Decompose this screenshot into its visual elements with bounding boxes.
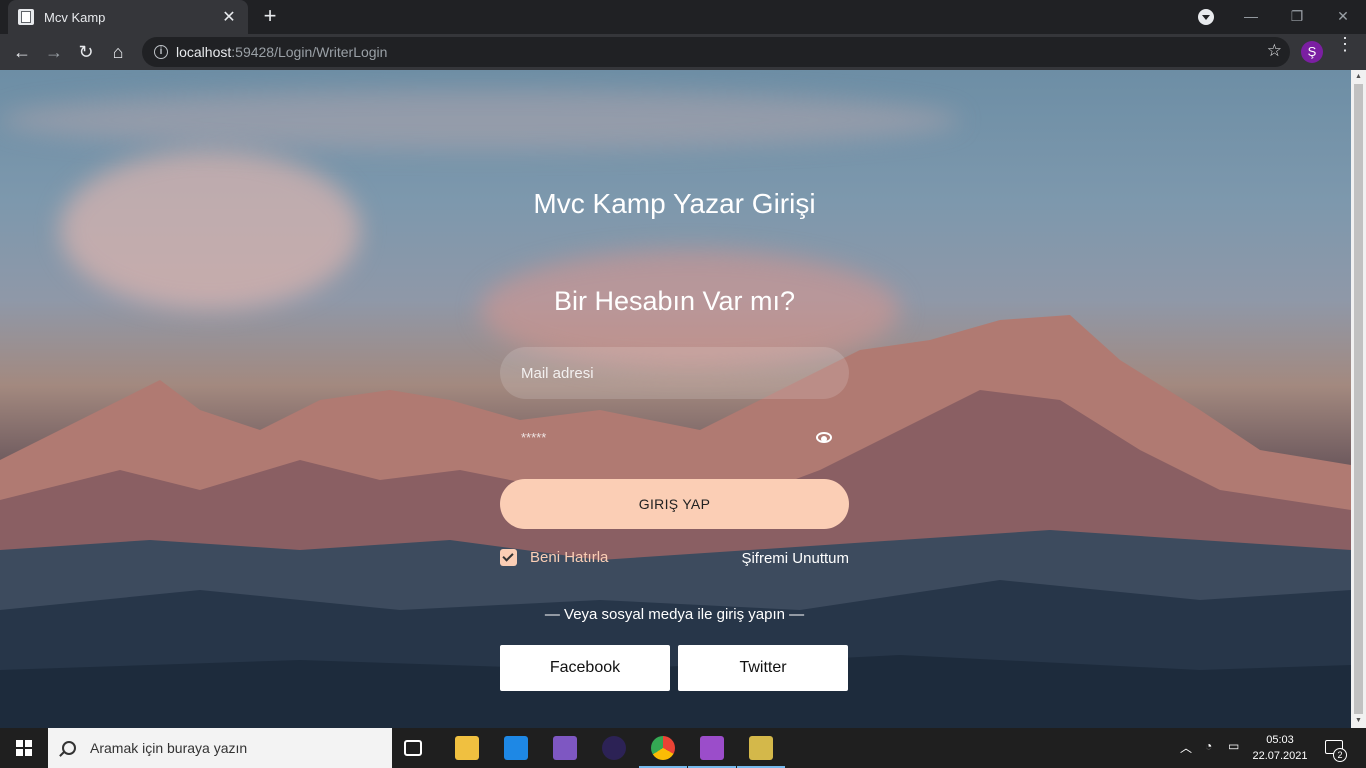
tray-chevron-icon[interactable]: ︿ (1180, 739, 1192, 768)
search-placeholder: Aramak için buraya yazın (90, 740, 248, 756)
close-window-button[interactable]: ✕ (1320, 0, 1366, 34)
social-login-text: — Veya sosyal medya ile giriş yapın — (544, 606, 805, 623)
scroll-up-icon[interactable]: ▲ (1351, 70, 1366, 84)
email-field[interactable] (500, 347, 849, 399)
visual-studio-preview-icon[interactable] (700, 736, 724, 760)
facebook-button[interactable]: Facebook (500, 645, 670, 691)
tab-close-icon[interactable]: ✕ (220, 7, 238, 27)
restore-button[interactable]: ❐ (1274, 0, 1320, 34)
login-subtitle: Bir Hesabın Var mı? (553, 286, 796, 316)
address-bar[interactable]: i localhost :59428/Login/WriterLogin ☆ (142, 37, 1290, 67)
mail-icon[interactable] (504, 736, 528, 760)
windows-taskbar: Aramak için buraya yazın ︿ ◔ ▭ 05:03 22.… (0, 728, 1366, 768)
eye-icon[interactable] (816, 432, 832, 443)
browser-toolbar: ← → ↻ ⌂ i localhost :59428/Login/WriterL… (0, 34, 1366, 70)
eclipse-icon[interactable] (602, 736, 626, 760)
remember-me[interactable]: Beni Hatırla (500, 549, 608, 566)
twitter-button[interactable]: Twitter (678, 645, 848, 691)
search-icon (62, 741, 76, 755)
password-field[interactable]: ***** (500, 412, 849, 464)
forgot-password-link[interactable]: Şifremi Unuttum (741, 550, 849, 567)
url-host: localhost (176, 44, 232, 60)
profile-avatar[interactable]: Ş (1301, 41, 1323, 63)
file-explorer-icon[interactable] (455, 736, 479, 760)
start-button[interactable] (0, 728, 48, 768)
battery-icon[interactable]: ▭ (1228, 739, 1239, 768)
page-background: Mvc Kamp Yazar Girişi Bir Hesabın Var mı… (0, 70, 1351, 728)
visual-studio-icon[interactable] (553, 736, 577, 760)
home-button[interactable]: ⌂ (104, 38, 132, 66)
clock-date: 22.07.2021 (1252, 750, 1308, 762)
page-favicon-icon (18, 9, 34, 25)
mountain-landscape (0, 315, 1351, 728)
browser-tab[interactable]: Mcv Kamp ✕ (8, 0, 248, 34)
tab-search-icon[interactable] (1198, 9, 1214, 25)
remember-checkbox[interactable] (500, 549, 517, 566)
windows-logo-icon (16, 740, 32, 756)
browser-menu-icon[interactable]: ⋮ (1336, 35, 1354, 53)
bookmark-star-icon[interactable]: ☆ (1267, 41, 1282, 61)
forward-button[interactable]: → (40, 38, 68, 66)
browser-tab-bar: Mcv Kamp ✕ + — ❐ ✕ (0, 0, 1366, 34)
network-icon[interactable]: ◔ (1205, 739, 1212, 768)
back-button[interactable]: ← (8, 38, 36, 66)
chrome-icon[interactable] (651, 736, 675, 760)
scroll-down-icon[interactable]: ▼ (1351, 714, 1366, 728)
password-value: ***** (521, 430, 547, 445)
taskbar-search[interactable]: Aramak için buraya yazın (48, 728, 392, 768)
site-info-icon[interactable]: i (154, 45, 168, 59)
page-scrollbar[interactable]: ▲ ▼ (1351, 70, 1366, 728)
clock-time: 05:03 (1266, 734, 1294, 746)
new-tab-button[interactable]: + (258, 5, 282, 29)
tab-title: Mcv Kamp (44, 9, 106, 25)
scrollbar-thumb[interactable] (1354, 84, 1363, 714)
page-title: Mvc Kamp Yazar Girişi (533, 188, 816, 219)
notification-badge: 2 (1333, 748, 1347, 762)
minimize-button[interactable]: — (1228, 0, 1274, 34)
taskbar-clock[interactable]: 05:03 22.07.2021 (1244, 732, 1316, 764)
remember-label: Beni Hatırla (530, 549, 609, 566)
login-button[interactable]: GIRIŞ YAP (500, 479, 849, 529)
task-view-icon[interactable] (404, 740, 422, 756)
app-icon[interactable] (749, 736, 773, 760)
url-path: :59428/Login/WriterLogin (231, 44, 388, 60)
reload-button[interactable]: ↻ (72, 38, 100, 66)
